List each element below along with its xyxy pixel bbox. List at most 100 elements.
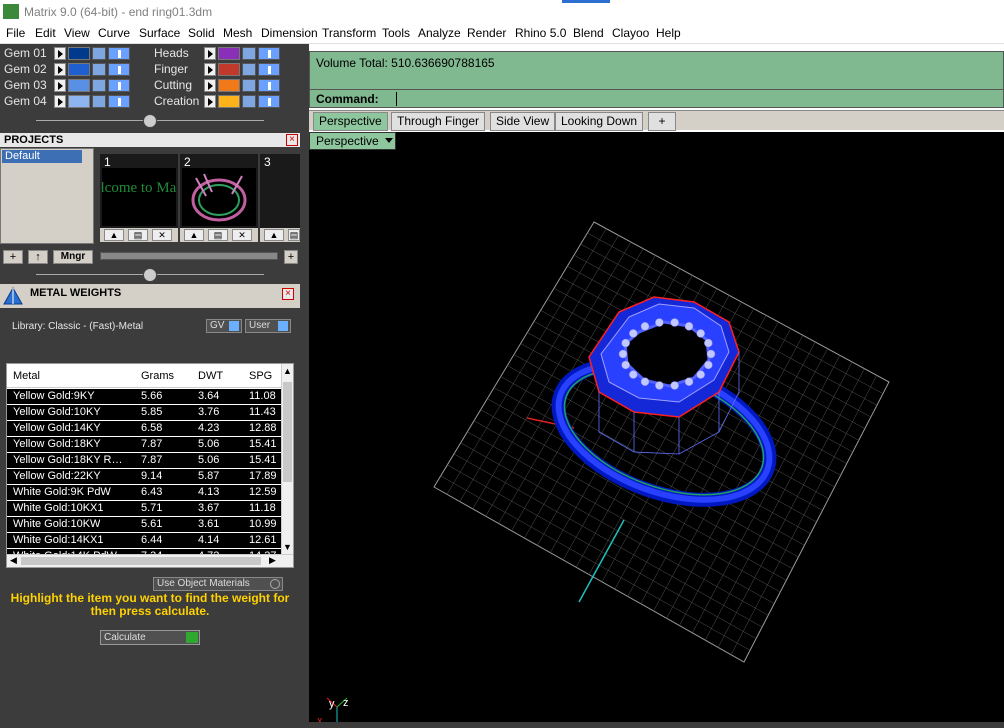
col-metal[interactable]: Metal <box>13 370 40 382</box>
scroll-right-icon[interactable]: ▶ <box>269 555 276 566</box>
horizontal-scrollbar[interactable]: ◀ ▶ <box>7 554 293 567</box>
table-row[interactable]: Yellow Gold:10KY 5.85 3.76 11.43 <box>7 405 283 421</box>
table-row[interactable]: Yellow Gold:18KY R… 7.87 5.06 15.41 <box>7 453 283 469</box>
layer-color-swatch[interactable] <box>218 95 240 108</box>
layer-row-creation[interactable]: Creation <box>150 94 300 109</box>
menu-dimension[interactable]: Dimension <box>261 26 318 40</box>
table-row[interactable]: Yellow Gold:22KY 9.14 5.87 17.89 <box>7 469 283 485</box>
layer-color-swatch[interactable] <box>218 47 240 60</box>
project-thumb-2[interactable]: 2 ▲ ▤ ✕ <box>180 154 258 242</box>
thumb-save-button[interactable]: ▤ <box>208 229 228 241</box>
menu-blend[interactable]: Blend <box>573 26 604 40</box>
layer-expand-icon[interactable] <box>204 63 216 76</box>
lock-icon[interactable] <box>92 95 106 108</box>
layer-row-gem03[interactable]: Gem 03 <box>0 78 150 93</box>
tab-through-finger[interactable]: Through Finger <box>391 112 486 131</box>
col-dwt[interactable]: DWT <box>198 370 223 382</box>
command-line[interactable]: Command: <box>310 89 1004 108</box>
scroll-down-icon[interactable]: ▼ <box>283 542 292 552</box>
layer-expand-icon[interactable] <box>54 63 66 76</box>
menu-surface[interactable]: Surface <box>139 26 180 40</box>
menu-tools[interactable]: Tools <box>382 26 410 40</box>
layer-row-gem02[interactable]: Gem 02 <box>0 62 150 77</box>
table-row[interactable]: Yellow Gold:18KY 7.87 5.06 15.41 <box>7 437 283 453</box>
calculate-button[interactable]: Calculate <box>100 630 200 645</box>
tab-perspective[interactable]: Perspective <box>313 112 388 131</box>
thumb-save-button[interactable]: ▤ <box>128 229 148 241</box>
visibility-icon[interactable] <box>108 79 130 92</box>
menu-analyze[interactable]: Analyze <box>418 26 461 40</box>
project-thumb-3[interactable]: 3 ▲ ▤ <box>260 154 300 242</box>
table-row[interactable]: White Gold:14KX1 6.44 4.14 12.61 <box>7 533 283 549</box>
menu-edit[interactable]: Edit <box>35 26 56 40</box>
add-thumb-button[interactable]: + <box>284 250 298 264</box>
up-project-button[interactable]: ↑ <box>28 250 48 264</box>
layer-row-cutting[interactable]: Cutting <box>150 78 300 93</box>
collapse-knob-icon[interactable] <box>143 114 157 128</box>
use-object-materials-toggle[interactable]: Use Object Materials <box>153 577 283 591</box>
visibility-icon[interactable] <box>258 63 280 76</box>
visibility-icon[interactable] <box>108 47 130 60</box>
layer-row-gem04[interactable]: Gem 04 <box>0 94 150 109</box>
thumb-delete-button[interactable]: ✕ <box>152 229 172 241</box>
lock-icon[interactable] <box>242 63 256 76</box>
visibility-icon[interactable] <box>108 63 130 76</box>
scroll-up-icon[interactable]: ▲ <box>283 366 292 376</box>
layer-expand-icon[interactable] <box>54 95 66 108</box>
visibility-icon[interactable] <box>258 95 280 108</box>
close-icon[interactable]: × <box>282 288 294 300</box>
menu-rhino[interactable]: Rhino 5.0 <box>515 26 566 40</box>
layer-expand-icon[interactable] <box>204 95 216 108</box>
thumb-save-button[interactable]: ▤ <box>288 229 300 241</box>
project-thumb-1[interactable]: 1 Welcome to Matrix ▲ ▤ ✕ <box>81 154 198 242</box>
thumb-up-button[interactable]: ▲ <box>264 229 284 241</box>
menu-curve[interactable]: Curve <box>98 26 130 40</box>
visibility-icon[interactable] <box>258 47 280 60</box>
tab-looking-down[interactable]: Looking Down <box>555 112 644 131</box>
thumb-up-button[interactable]: ▲ <box>184 229 204 241</box>
viewport-label-dropdown[interactable]: Perspective <box>309 132 396 150</box>
layer-expand-icon[interactable] <box>204 79 216 92</box>
collapse-knob-icon[interactable] <box>143 268 157 282</box>
user-toggle[interactable]: User <box>245 319 291 333</box>
lock-icon[interactable] <box>242 95 256 108</box>
layer-row-heads[interactable]: Heads <box>150 46 300 61</box>
lock-icon[interactable] <box>242 47 256 60</box>
menu-render[interactable]: Render <box>467 26 506 40</box>
menu-transform[interactable]: Transform <box>322 26 376 40</box>
add-tab-button[interactable]: + <box>648 112 676 131</box>
manager-button[interactable]: Mngr <box>53 250 93 264</box>
table-row[interactable]: White Gold:10KX1 5.71 3.67 11.18 <box>7 501 283 517</box>
layer-expand-icon[interactable] <box>54 47 66 60</box>
close-icon[interactable]: × <box>286 134 298 146</box>
visibility-icon[interactable] <box>258 79 280 92</box>
scroll-thumb[interactable] <box>21 557 261 565</box>
lock-icon[interactable] <box>92 79 106 92</box>
project-slider[interactable] <box>100 252 278 260</box>
scroll-left-icon[interactable]: ◀ <box>10 555 17 566</box>
menu-help[interactable]: Help <box>656 26 681 40</box>
menu-clayoo[interactable]: Clayoo <box>612 26 649 40</box>
layer-row-finger[interactable]: Finger <box>150 62 300 77</box>
gv-toggle[interactable]: GV <box>206 319 242 333</box>
table-row[interactable]: Yellow Gold:9KY 5.66 3.64 11.08 <box>7 389 283 405</box>
layer-splitter[interactable] <box>0 114 300 128</box>
layer-color-swatch[interactable] <box>218 79 240 92</box>
layer-row-gem01[interactable]: Gem 01 <box>0 46 150 61</box>
layer-color-swatch[interactable] <box>68 95 90 108</box>
lock-icon[interactable] <box>92 63 106 76</box>
thumb-delete-button[interactable]: ✕ <box>232 229 252 241</box>
perspective-viewport[interactable]: x z Perspective y <box>309 132 1004 727</box>
menu-mesh[interactable]: Mesh <box>223 26 252 40</box>
tab-side-view[interactable]: Side View <box>490 112 556 131</box>
layer-expand-icon[interactable] <box>54 79 66 92</box>
add-project-button[interactable]: + <box>3 250 23 264</box>
layer-expand-icon[interactable] <box>204 47 216 60</box>
scroll-thumb[interactable] <box>283 382 292 482</box>
menu-view[interactable]: View <box>64 26 90 40</box>
menu-file[interactable]: File <box>6 26 25 40</box>
col-grams[interactable]: Grams <box>141 370 174 382</box>
visibility-icon[interactable] <box>108 95 130 108</box>
project-list-item[interactable]: Default <box>2 150 82 163</box>
layer-color-swatch[interactable] <box>68 47 90 60</box>
